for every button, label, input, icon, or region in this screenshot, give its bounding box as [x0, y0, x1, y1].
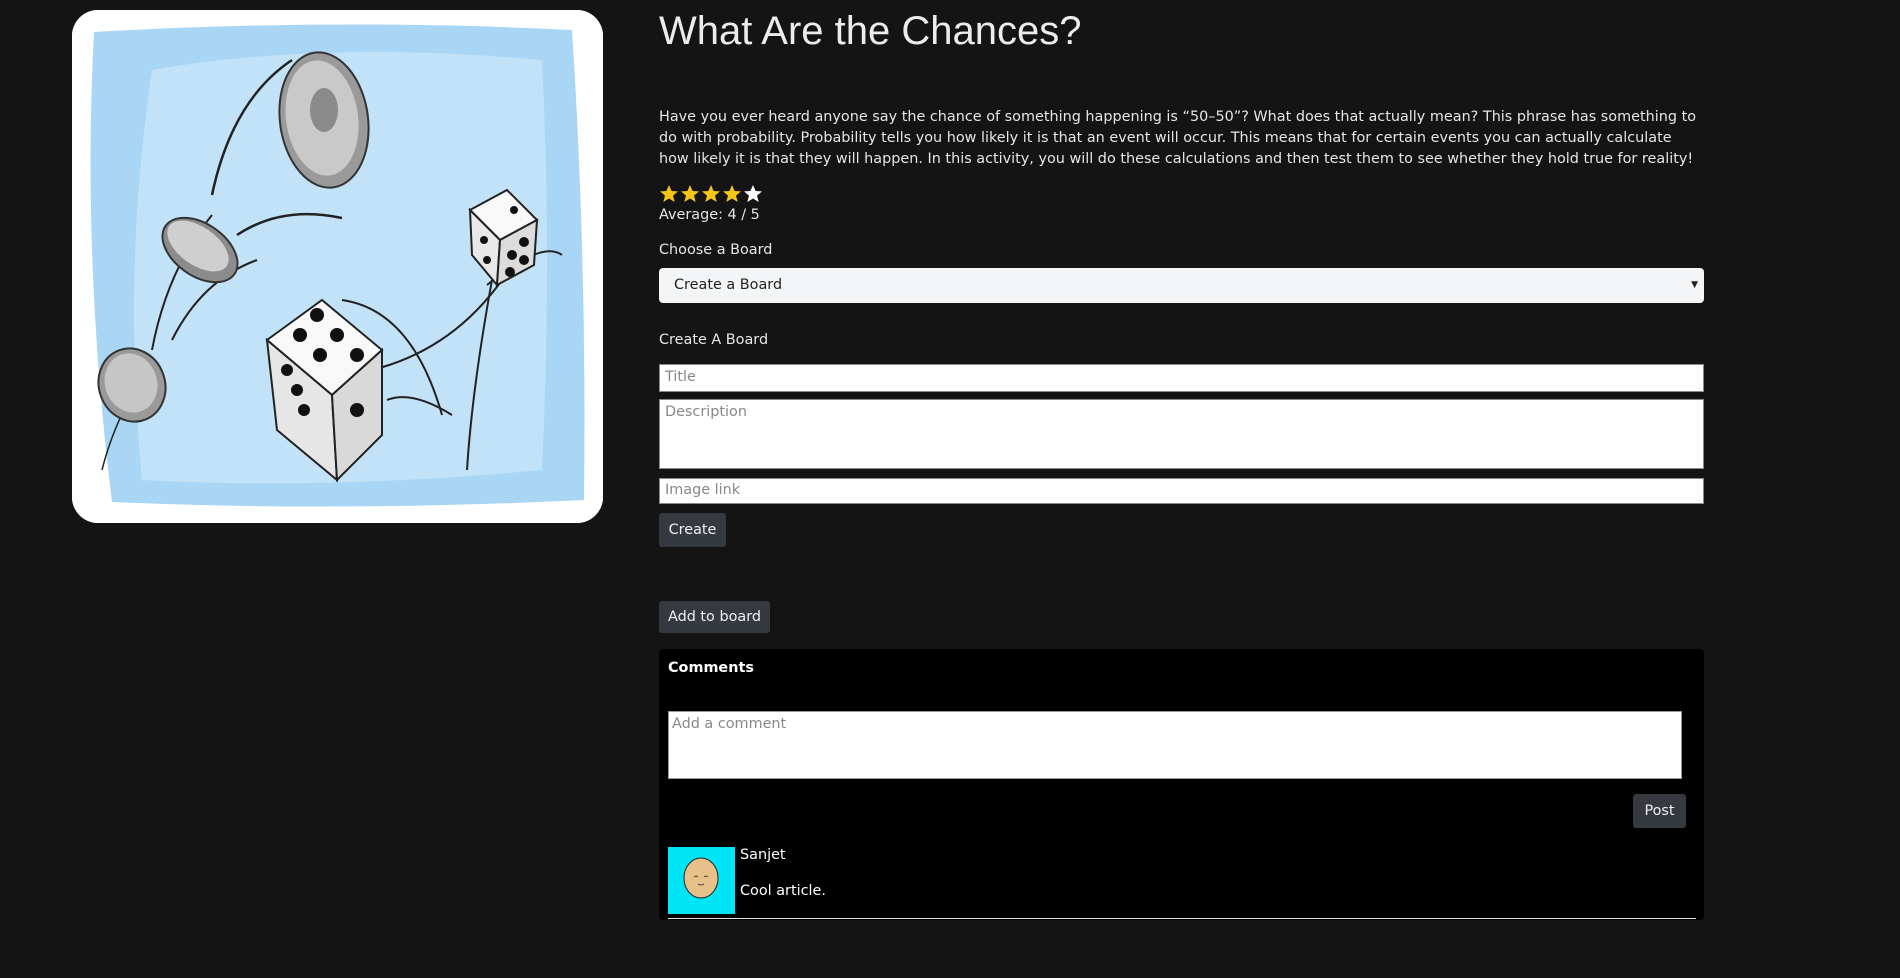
board-image-link-input[interactable]: Image link — [659, 478, 1704, 504]
create-board-button[interactable]: Create — [659, 513, 726, 547]
comment-text: Cool article. — [740, 883, 826, 899]
comments-panel: Comments Add a comment Post Sanjet Cool … — [659, 649, 1704, 920]
comment-author: Sanjet — [740, 847, 786, 863]
user-avatar-icon — [683, 857, 719, 899]
comment-divider — [668, 918, 1696, 919]
board-select-value: Create a Board — [674, 277, 783, 293]
comment-input[interactable]: Add a comment — [668, 711, 1682, 779]
star-icon[interactable] — [659, 184, 679, 204]
average-rating: Average: 4 / 5 — [659, 207, 760, 223]
post-comment-button[interactable]: Post — [1633, 794, 1686, 828]
board-title-input[interactable]: Title — [659, 364, 1704, 392]
choose-board-label: Choose a Board — [659, 242, 773, 258]
create-board-heading: Create A Board — [659, 332, 769, 348]
article-description: Have you ever heard anyone say the chanc… — [659, 109, 1697, 167]
avatar — [668, 847, 735, 914]
comments-heading: Comments — [668, 660, 754, 676]
star-icon[interactable] — [722, 184, 742, 204]
star-empty-icon[interactable] — [743, 184, 763, 204]
add-to-board-button[interactable]: Add to board — [659, 601, 770, 633]
star-icon[interactable] — [680, 184, 700, 204]
page-title: What Are the Chances? — [659, 9, 1082, 53]
article-image — [72, 10, 603, 523]
board-description-input[interactable]: Description — [659, 399, 1704, 469]
chevron-down-icon: ▼ — [1691, 280, 1698, 290]
board-select[interactable]: Create a Board ▼ — [659, 268, 1704, 303]
star-rating[interactable] — [659, 184, 763, 204]
star-icon[interactable] — [701, 184, 721, 204]
